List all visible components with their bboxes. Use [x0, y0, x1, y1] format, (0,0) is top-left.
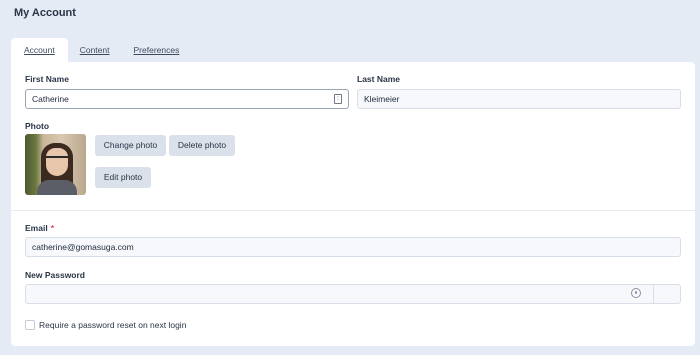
- last-name-label: Last Name: [357, 74, 400, 84]
- email-value: catherine@gomasuga.com: [32, 242, 134, 252]
- tab-account[interactable]: Account: [11, 38, 68, 62]
- account-form-panel: First Name Catherine ⁝ Last Name Kleimei…: [11, 62, 695, 346]
- section-divider: [11, 210, 695, 211]
- tab-content[interactable]: Content: [70, 38, 120, 62]
- profile-photo: [25, 134, 86, 195]
- email-field[interactable]: catherine@gomasuga.com: [25, 237, 681, 257]
- email-label: Email *: [25, 223, 54, 233]
- delete-photo-button[interactable]: Delete photo: [169, 135, 235, 156]
- password-key-icon[interactable]: [631, 288, 641, 298]
- tab-bar: Account Content Preferences: [11, 38, 189, 62]
- first-name-label: First Name: [25, 74, 69, 84]
- tab-preferences[interactable]: Preferences: [124, 38, 190, 62]
- change-photo-button[interactable]: Change photo: [95, 135, 166, 156]
- last-name-field[interactable]: Kleimeier: [357, 89, 681, 109]
- password-field-separator: [653, 285, 654, 303]
- password-reset-label[interactable]: Require a password reset on next login: [39, 320, 186, 330]
- last-name-value: Kleimeier: [364, 94, 400, 104]
- password-reset-checkbox[interactable]: [25, 320, 35, 330]
- first-name-field[interactable]: Catherine ⁝: [25, 89, 349, 109]
- autofill-contact-icon[interactable]: ⁝: [334, 94, 342, 104]
- required-marker: *: [50, 223, 54, 233]
- first-name-value: Catherine: [32, 94, 69, 104]
- photo-label: Photo: [25, 121, 50, 131]
- new-password-field[interactable]: [25, 284, 681, 304]
- edit-photo-button[interactable]: Edit photo: [95, 167, 151, 188]
- email-label-text: Email: [25, 223, 48, 233]
- page-title: My Account: [14, 7, 76, 19]
- new-password-label: New Password: [25, 270, 85, 280]
